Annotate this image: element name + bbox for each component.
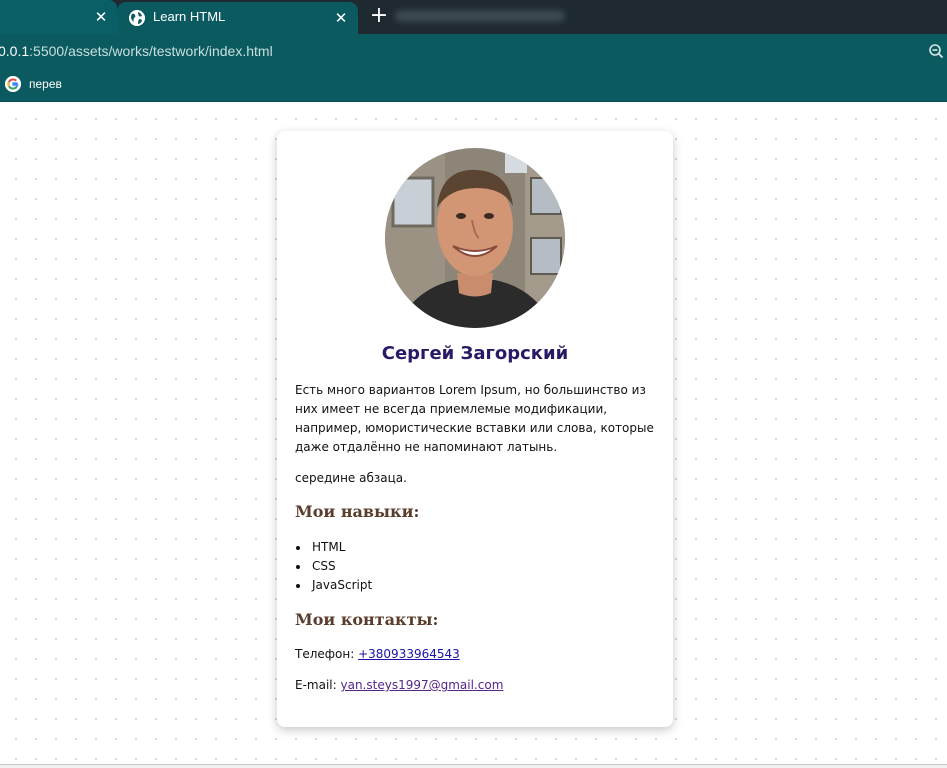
bookmark-label[interactable]: перев [29,77,62,91]
skills-heading: Мои навыки: [295,502,420,521]
blurred-tab-title[interactable] [395,10,565,22]
new-tab-button[interactable]: + [368,5,390,28]
skills-list: HTML CSS JavaScript [295,538,372,595]
address-bar: 0.0.1:5500/assets/works/testwork/index.h… [0,34,947,67]
zoom-out-icon[interactable] [928,43,944,59]
profile-card: Сергей Загорский Есть много вариантов Lo… [277,131,673,727]
phone-line: Телефон: +380933964543 [295,647,460,661]
tab-previous[interactable]: ✕ [0,0,117,34]
bookmarks-bar: перев [0,67,947,102]
bottom-edge [0,764,947,768]
profile-name: Сергей Загорский [381,343,569,364]
close-icon[interactable]: ✕ [92,8,110,26]
list-item: JavaScript [295,576,372,595]
close-icon[interactable]: ✕ [332,9,350,27]
google-icon [5,76,21,92]
url-path: :5500/assets/works/testwork/index.html [29,43,273,59]
phone-label: Телефон: [295,647,355,661]
email-link[interactable]: yan.steys1997@gmail.com [341,678,504,692]
list-item: HTML [295,538,372,557]
tab-title: Learn HTML [153,9,226,24]
url-host: 0.0.1 [0,43,30,59]
about-paragraph: Есть много вариантов Lorem Ipsum, но бол… [295,383,654,454]
email-line: E-mail: yan.steys1997@gmail.com [295,678,503,692]
tab-strip: ✕ Learn HTML ✕ + [0,0,947,34]
tab-learn-html[interactable]: Learn HTML ✕ [117,2,358,34]
globe-icon [129,10,145,26]
phone-link[interactable]: +380933964543 [358,647,460,661]
contacts-heading: Мои контакты: [295,610,439,629]
about-tail-paragraph: середине абзаца. [295,471,407,485]
email-label: E-mail: [295,678,337,692]
list-item: CSS [295,557,372,576]
page-viewport: Сергей Загорский Есть много вариантов Lo… [0,103,947,768]
avatar [385,148,565,328]
url-field[interactable]: 0.0.1:5500/assets/works/testwork/index.h… [0,43,273,59]
